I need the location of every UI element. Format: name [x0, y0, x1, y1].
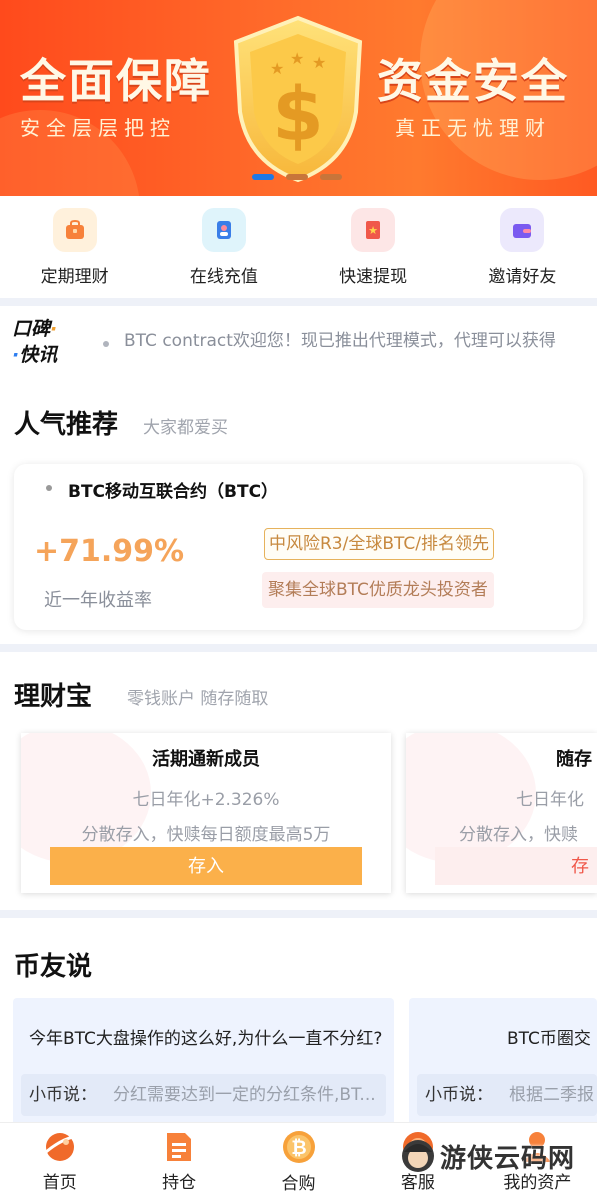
talk-question: BTC币圈交	[507, 1029, 591, 1049]
nav-item-home[interactable]: 首页	[0, 1123, 119, 1193]
talk-question: 今年BTC大盘操作的这么好,为什么一直不分红?	[29, 1029, 383, 1049]
nav-item-purchase[interactable]: ₿ 合购	[239, 1123, 358, 1193]
banner-left-title: 全面保障	[20, 54, 212, 108]
section-divider	[0, 644, 597, 652]
deposit-button[interactable]: 存入	[50, 847, 362, 885]
quick-item-withdraw[interactable]: ★ 快速提现	[299, 196, 448, 298]
quick-item-label: 快速提现	[339, 267, 408, 287]
quick-menu: 定期理财 在线充值 ★ 快速提现 邀请好友	[0, 196, 597, 298]
ticker-logo-line1: 口碑	[12, 318, 51, 340]
savings-card-name: 随存	[556, 749, 592, 770]
banner-pagination[interactable]	[252, 174, 342, 180]
savings-card-rate: 七日年化	[516, 790, 584, 810]
svg-text:₿: ₿	[291, 1137, 306, 1159]
document-icon	[160, 1129, 198, 1164]
savings-card-name: 活期通新成员	[152, 749, 260, 770]
quick-item-label: 邀请好友	[488, 267, 557, 287]
talk-answer-text: 根据二季报	[509, 1085, 594, 1105]
svg-text:★: ★	[312, 53, 326, 72]
savings-card-rate: 七日年化+2.326%	[132, 790, 280, 810]
pagination-dot[interactable]	[252, 174, 274, 180]
quick-item-invite[interactable]: 邀请好友	[448, 196, 597, 298]
bookmark-star-icon: ★	[351, 208, 396, 252]
banner-right-subtitle: 真正无忧理财	[395, 116, 551, 140]
product-rate-label: 近一年收益率	[44, 590, 152, 611]
ticker-message[interactable]: BTC contract欢迎您！现已推出代理模式，代理可以获得	[124, 326, 569, 351]
popular-section-subtitle: 大家都爱买	[143, 418, 228, 438]
svg-text:★: ★	[270, 59, 284, 78]
banner-left-text: 全面保障 安全层层把控	[20, 52, 212, 141]
pagination-dot[interactable]	[286, 174, 308, 180]
quick-item-fixed-finance[interactable]: 定期理财	[0, 196, 149, 298]
description-tag: 聚集全球BTC优质龙头投资者	[262, 572, 494, 608]
bitcoin-icon: ₿	[280, 1129, 318, 1165]
svg-text:$: $	[272, 72, 324, 158]
section-divider	[0, 298, 597, 306]
product-rate: +71.99%	[34, 534, 185, 569]
svg-text:★: ★	[290, 49, 304, 68]
savings-card-desc: 分散存入，快赎	[459, 825, 578, 845]
nav-label: 首页	[42, 1173, 77, 1193]
logo-dot: ·	[50, 318, 58, 340]
watermark: 游侠云码网	[400, 1136, 590, 1176]
quick-item-recharge[interactable]: 在线充值	[149, 196, 298, 298]
section-divider	[0, 910, 597, 918]
talk-card[interactable]: BTC币圈交 小币说： 根据二季报	[409, 998, 597, 1126]
talk-card[interactable]: 今年BTC大盘操作的这么好,为什么一直不分红? 小币说： 分红需要达到一定的分红条…	[13, 998, 394, 1126]
savings-section-subtitle: 零钱账户 随存随取	[127, 689, 269, 709]
banner-right-title: 资金安全	[377, 54, 569, 108]
nav-item-positions[interactable]: 持仓	[119, 1123, 238, 1193]
talk-answer: 小币说： 分红需要达到一定的分红条件,BT...	[21, 1074, 386, 1116]
svg-text:★: ★	[368, 224, 378, 237]
shield-dollar-icon: $ ★ ★ ★	[233, 15, 363, 183]
savings-card[interactable]: 随存 七日年化 分散存入，快赎 存	[406, 733, 597, 893]
user-card-icon	[201, 208, 246, 252]
wallet-icon	[500, 208, 545, 252]
home-planet-icon	[41, 1129, 79, 1164]
popular-section-title: 人气推荐	[14, 410, 119, 440]
banner-left-subtitle: 安全层层把控	[20, 116, 176, 140]
ticker-logo: 口碑· ·快讯	[12, 316, 68, 372]
talk-answer-author: 小币说：	[425, 1085, 493, 1105]
watermark-mascot-icon	[402, 1140, 434, 1172]
news-ticker[interactable]: 口碑· ·快讯 BTC contract欢迎您！现已推出代理模式，代理可以获得	[0, 306, 597, 376]
nav-label: 合购	[281, 1174, 316, 1193]
nav-label: 持仓	[162, 1173, 197, 1193]
savings-card-desc: 分散存入，快赎每日额度最高5万	[81, 825, 331, 845]
bag-icon	[52, 208, 97, 252]
talk-section-title: 币友说	[14, 952, 93, 982]
product-name: BTC移动互联合约（BTC）	[68, 482, 279, 502]
ticker-logo-line2: 快讯	[19, 344, 58, 366]
quick-item-label: 在线充值	[189, 267, 258, 287]
risk-tag: 中风险R3/全球BTC/排名领先	[264, 528, 495, 560]
deposit-button[interactable]: 存	[435, 847, 597, 885]
product-bullet	[46, 485, 52, 491]
talk-answer-author: 小币说：	[29, 1085, 97, 1105]
pagination-dot[interactable]	[320, 174, 342, 180]
talk-answer-text: 分红需要达到一定的分红条件,BT...	[113, 1085, 376, 1105]
promo-banner[interactable]: 全面保障 安全层层把控 $ ★ ★ ★ 资金安全 真正无忧理财	[0, 0, 597, 196]
banner-right-text: 资金安全 真正无忧理财	[377, 52, 569, 141]
ticker-bullet	[103, 341, 109, 347]
talk-answer: 小币说： 根据二季报	[417, 1074, 597, 1116]
savings-card[interactable]: 活期通新成员 七日年化+2.326% 分散存入，快赎每日额度最高5万 存入	[21, 733, 391, 893]
app-page: 全面保障 安全层层把控 $ ★ ★ ★ 资金安全 真正无忧理财 定期理财 在线充…	[0, 0, 597, 1193]
quick-item-label: 定期理财	[40, 267, 109, 287]
savings-section-title: 理财宝	[14, 682, 93, 712]
watermark-text: 游侠云码网	[440, 1143, 576, 1174]
popular-product-card[interactable]: BTC移动互联合约（BTC） +71.99% 近一年收益率 中风险R3/全球BT…	[14, 464, 583, 630]
